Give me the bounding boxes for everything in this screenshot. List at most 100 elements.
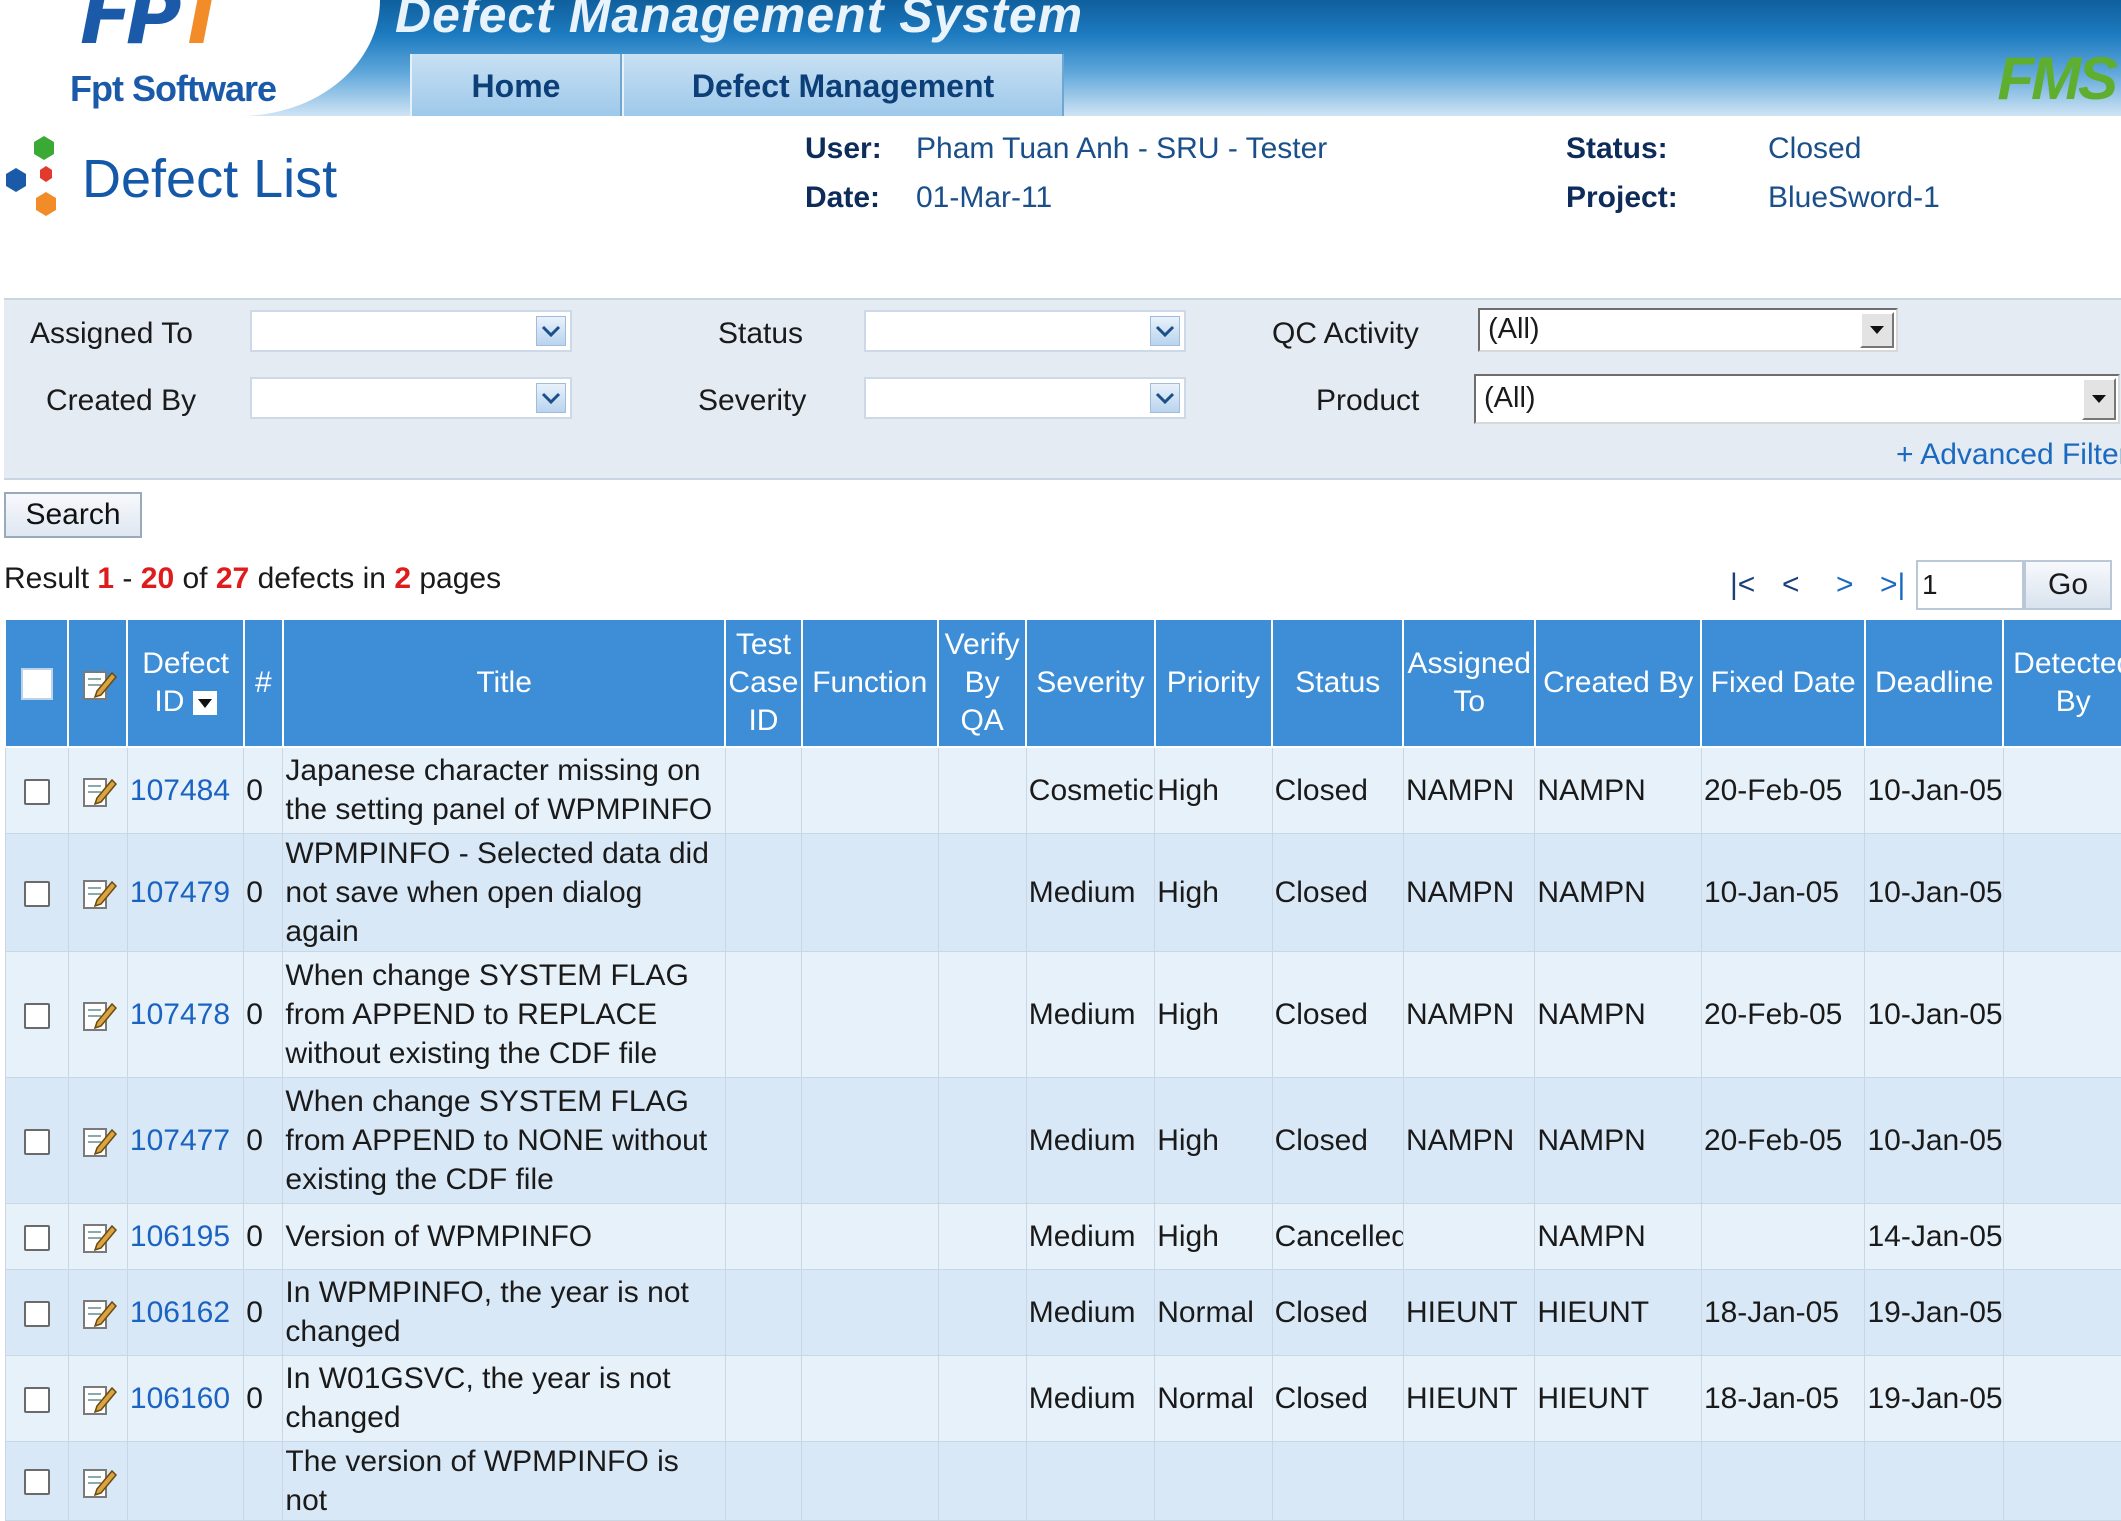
defect-id-cell[interactable]: 106195 [126, 1202, 245, 1270]
col-detected-by[interactable]: Detected By [2002, 620, 2121, 748]
fms-logo: FMS [1997, 44, 2118, 113]
title-cell: In WPMPINFO, the year is not changed [282, 1268, 726, 1356]
last-page-link[interactable]: >| [1880, 568, 1905, 602]
fixed-date-cell: 20-Feb-05 [1700, 950, 1866, 1078]
col-test-case-id[interactable]: Test Case ID [724, 620, 803, 748]
col-assigned-to[interactable]: Assigned To [1402, 620, 1536, 748]
defect-id-cell[interactable]: 107477 [126, 1076, 245, 1204]
edit-icon[interactable] [79, 1292, 117, 1332]
fixed-date-cell: 18-Jan-05 [1700, 1268, 1866, 1356]
project-label: Project: [1566, 181, 1678, 214]
col-priority[interactable]: Priority [1153, 620, 1274, 748]
dropdown-arrow-icon[interactable] [2082, 378, 2116, 420]
deadline-cell: 10-Jan-05 [1864, 746, 2004, 834]
title-cell: Version of WPMPINFO [282, 1202, 726, 1270]
go-button[interactable]: Go [2024, 560, 2112, 610]
result-pages: 2 [394, 562, 412, 595]
nav-home[interactable]: Home [410, 54, 622, 116]
fixed-date-cell [1700, 1202, 1866, 1270]
verify-by-qa-cell [937, 1076, 1027, 1204]
status-label: Status: [1566, 132, 1668, 165]
detected-by-cell [2002, 1440, 2121, 1521]
edit-icon[interactable] [79, 1216, 117, 1256]
table-header-row: Defect ID # Title Test Case ID Function … [3, 620, 2121, 748]
row-checkbox[interactable] [23, 1469, 50, 1496]
sort-desc-icon[interactable] [192, 691, 217, 716]
deadline-cell: 14-Jan-05 [1864, 1202, 2004, 1270]
logo-area: FPT Fpt Software [0, 0, 380, 116]
row-checkbox[interactable] [23, 880, 50, 907]
row-checkbox[interactable] [23, 1128, 50, 1155]
row-checkbox[interactable] [23, 1300, 50, 1327]
edit-icon[interactable] [79, 994, 117, 1034]
chevron-down-icon[interactable] [1150, 383, 1180, 413]
page-number-input[interactable]: 1 [1916, 560, 2024, 610]
chevron-down-icon[interactable] [536, 316, 566, 346]
select-all-checkbox[interactable] [20, 668, 53, 701]
advanced-filter-link[interactable]: + Advanced Filter [1896, 438, 2121, 472]
title-cell: When change SYSTEM FLAG from APPEND to R… [282, 950, 726, 1078]
col-fixed-date[interactable]: Fixed Date [1700, 620, 1866, 748]
detected-by-cell [2002, 1268, 2121, 1356]
col-created-by[interactable]: Created By [1533, 620, 1703, 748]
result-of: of [182, 562, 208, 595]
assigned-to-cell: HIEUNT [1402, 1354, 1536, 1442]
row-edit-cell [67, 832, 128, 952]
edit-icon[interactable] [79, 1378, 117, 1418]
defect-id-cell[interactable]: 107479 [126, 832, 245, 952]
defect-id-cell[interactable]: 106162 [126, 1268, 245, 1356]
first-page-link[interactable]: |< [1730, 568, 1755, 602]
created-by-combo[interactable] [250, 377, 572, 419]
test-case-id-cell [724, 746, 803, 834]
row-checkbox[interactable] [23, 1224, 50, 1251]
defect-id-cell[interactable]: 107478 [126, 950, 245, 1078]
status-cell: Closed [1271, 950, 1404, 1078]
chevron-down-icon[interactable] [536, 383, 566, 413]
prev-page-link[interactable]: < [1782, 568, 1800, 602]
next-page-link[interactable]: > [1836, 568, 1854, 602]
dropdown-arrow-icon[interactable] [1860, 312, 1894, 348]
severity-combo[interactable] [864, 377, 1186, 419]
product-select[interactable]: (All) [1474, 374, 2120, 424]
nav-defect-management[interactable]: Defect Management [622, 54, 1064, 116]
edit-icon[interactable] [79, 770, 117, 810]
row-checkbox[interactable] [23, 1002, 50, 1029]
number-cell: 0 [243, 746, 284, 834]
result-to: 20 [140, 562, 175, 595]
edit-icon[interactable] [79, 1460, 117, 1500]
row-checkbox[interactable] [23, 778, 50, 805]
created-by-cell [1534, 1440, 1702, 1521]
status-combo[interactable] [864, 310, 1186, 352]
severity-cell: Medium [1025, 1202, 1156, 1270]
defect-table: Defect ID # Title Test Case ID Function … [3, 620, 2121, 1521]
test-case-id-cell [724, 1268, 803, 1356]
row-checkbox[interactable] [23, 1386, 50, 1413]
defect-id-cell[interactable]: 107484 [126, 746, 245, 834]
fixed-date-cell: 10-Jan-05 [1700, 832, 1866, 952]
status-cell: Closed [1271, 1354, 1404, 1442]
test-case-id-cell [724, 1354, 803, 1442]
title-cell: When change SYSTEM FLAG from APPEND to N… [282, 1076, 726, 1204]
col-status[interactable]: Status [1271, 620, 1405, 748]
created-by-cell: NAMPN [1534, 1202, 1702, 1270]
search-button[interactable]: Search [4, 492, 142, 538]
col-number[interactable]: # [242, 620, 284, 748]
row-select-cell [4, 746, 69, 834]
qc-activity-select[interactable]: (All) [1478, 308, 1898, 352]
col-deadline[interactable]: Deadline [1863, 620, 2005, 748]
edit-icon[interactable] [79, 872, 117, 912]
defect-id-cell[interactable]: 106160 [126, 1354, 245, 1442]
col-defect-id[interactable]: Defect ID [126, 620, 245, 748]
col-severity[interactable]: Severity [1025, 620, 1156, 748]
chevron-down-icon[interactable] [1150, 316, 1180, 346]
col-function[interactable]: Function [800, 620, 940, 748]
assigned-to-combo[interactable] [250, 310, 572, 352]
col-verify-by-qa[interactable]: Verify By QA [936, 620, 1028, 748]
deadline-cell: 19-Jan-05 [1864, 1268, 2004, 1356]
col-title[interactable]: Title [281, 620, 727, 748]
defect-id-cell[interactable] [126, 1440, 245, 1521]
edit-icon[interactable] [79, 1120, 117, 1160]
verify-by-qa-cell [937, 1440, 1027, 1521]
deadline-cell: 19-Jan-05 [1864, 1354, 2004, 1442]
severity-cell [1025, 1440, 1156, 1521]
